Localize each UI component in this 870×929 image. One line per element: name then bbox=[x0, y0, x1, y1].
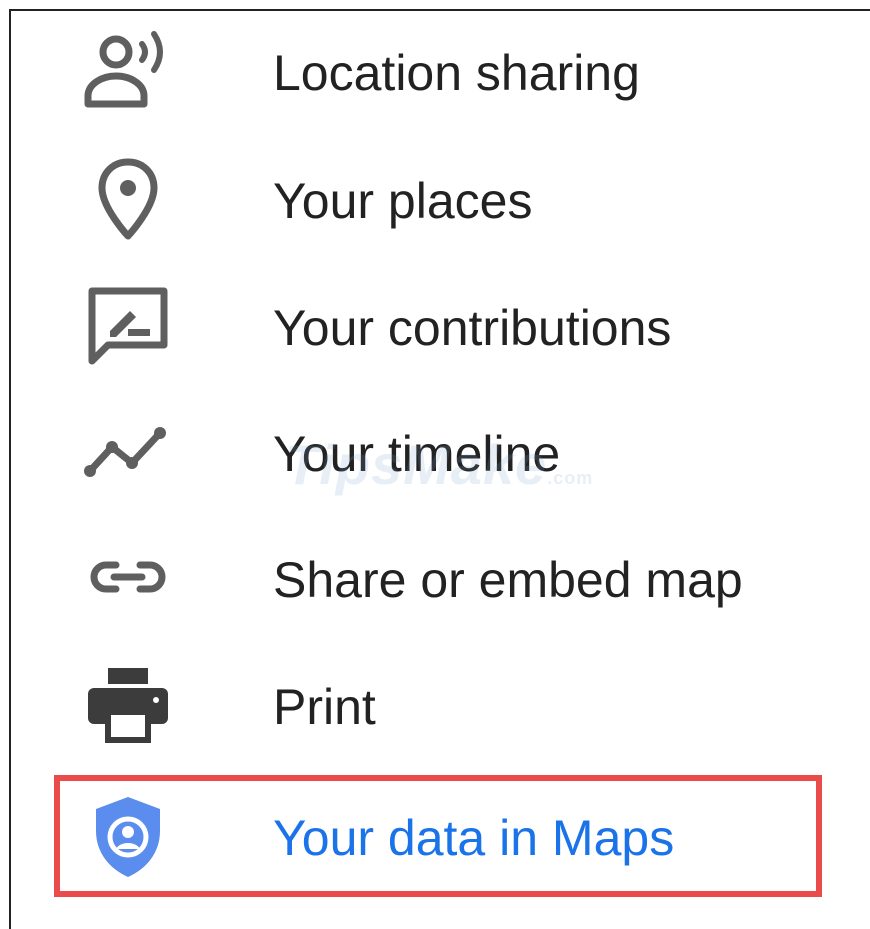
watermark-suffix: .com bbox=[547, 468, 594, 488]
print-icon bbox=[80, 656, 176, 752]
menu-item-label: Share or embed map bbox=[273, 552, 743, 608]
menu-item-label: Your contributions bbox=[273, 300, 672, 356]
place-pin-icon bbox=[80, 150, 176, 246]
contributions-icon bbox=[80, 277, 176, 373]
menu-item-share-embed-map[interactable]: Share or embed map bbox=[0, 519, 870, 639]
watermark: TipsMake.com bbox=[285, 432, 593, 497]
menu-item-location-sharing[interactable]: Location sharing bbox=[0, 12, 870, 132]
menu-item-your-places[interactable]: Your places bbox=[0, 140, 870, 260]
watermark-text: TipsMake bbox=[285, 433, 548, 496]
menu-item-your-contributions[interactable]: Your contributions bbox=[0, 267, 870, 387]
timeline-icon bbox=[80, 403, 176, 499]
menu-item-label: Your places bbox=[273, 173, 533, 229]
menu-item-print[interactable]: Print bbox=[0, 646, 870, 766]
menu-item-label: Location sharing bbox=[273, 45, 640, 101]
highlight-box bbox=[54, 775, 822, 897]
location-sharing-icon bbox=[80, 22, 176, 118]
menu-item-label: Print bbox=[273, 679, 376, 735]
link-icon bbox=[80, 529, 176, 625]
